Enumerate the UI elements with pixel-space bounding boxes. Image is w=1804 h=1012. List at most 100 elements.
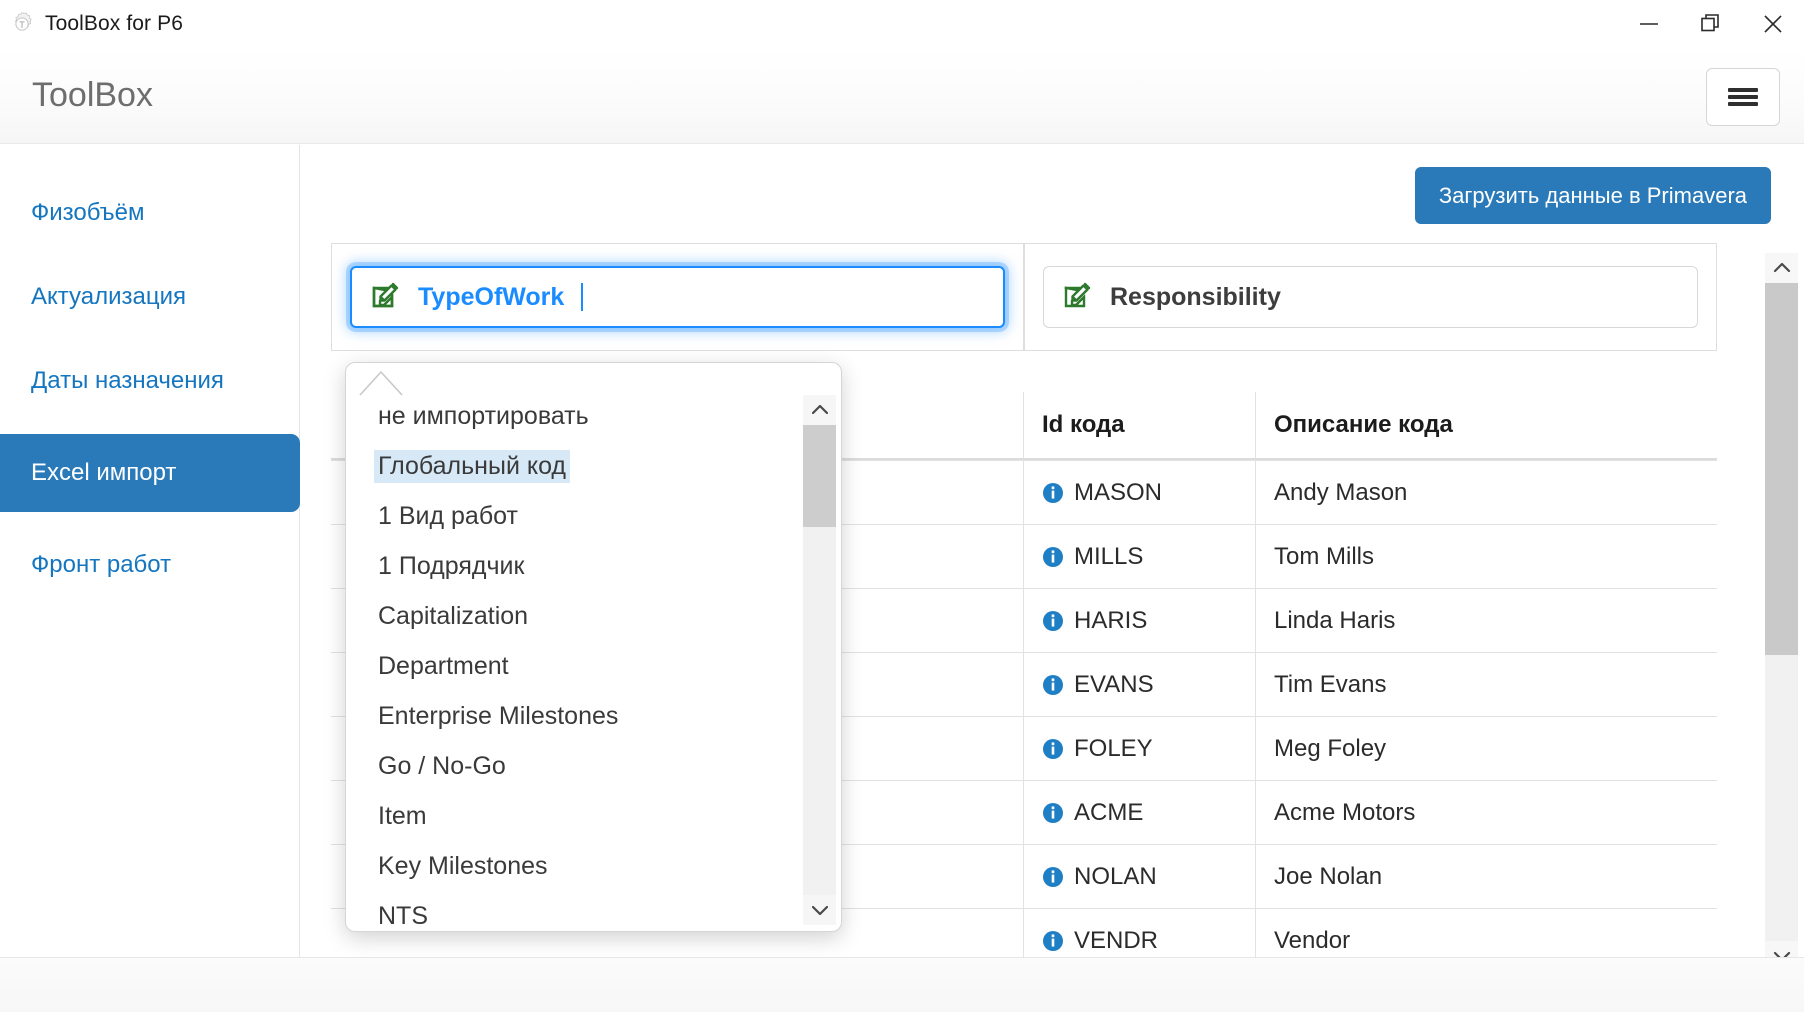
cell-code-desc: Andy Mason — [1274, 478, 1408, 506]
dropdown-option-label: не импортировать — [378, 401, 589, 430]
dropdown-option-label: 1 Подрядчик — [378, 551, 525, 580]
dropdown-option[interactable]: NTS — [346, 891, 791, 931]
hamburger-bar-1 — [1728, 88, 1758, 92]
scrollbar-thumb[interactable] — [1765, 283, 1798, 655]
dropdown-option[interactable]: 1 Подрядчик — [346, 541, 791, 591]
cell-code-id: VENDR — [1024, 909, 1256, 957]
dropdown-option[interactable]: Enterprise Milestones — [346, 691, 791, 741]
sidebar-item-label: Актуализация — [31, 283, 187, 310]
table-header-code-id: Id кода — [1024, 392, 1256, 458]
sidebar-item-label: Excel импорт — [31, 459, 177, 486]
cell-code-id-text: MASON — [1074, 478, 1163, 506]
sidebar-item-excel-import[interactable]: Excel импорт — [0, 434, 300, 512]
dropdown-option[interactable]: Capitalization — [346, 591, 791, 641]
dropdown-option[interactable]: не импортировать — [346, 391, 791, 441]
edit-pencil-icon — [1062, 279, 1094, 316]
main-vertical-scrollbar[interactable] — [1765, 253, 1798, 957]
info-icon — [1043, 674, 1063, 695]
table-header-code-desc: Описание кода — [1274, 411, 1453, 438]
sidebar-item-label: Даты назначения — [31, 367, 224, 394]
cell-code-desc: Tim Evans — [1274, 670, 1387, 698]
dropdown-option[interactable]: Go / No-Go — [346, 741, 791, 791]
cell-code-id: ACME — [1024, 781, 1256, 844]
cell-code-id-text: EVANS — [1074, 670, 1154, 698]
window-bottom-strip — [0, 957, 1804, 1012]
mapping-card-inner: TypeOfWork — [332, 244, 1023, 350]
cell-code-id: NOLAN — [1024, 845, 1256, 908]
cell-code-id-text: MILLS — [1074, 542, 1144, 570]
sidebar-item-label: Фронт работ — [31, 551, 172, 578]
scrollbar-thumb[interactable] — [803, 425, 836, 527]
dropdown-option-label: Department — [378, 651, 509, 680]
typeofwork-field[interactable]: TypeOfWork — [350, 266, 1005, 328]
info-icon — [1043, 610, 1063, 631]
page-title: ToolBox — [32, 76, 153, 114]
cell-code-desc: Tom Mills — [1274, 542, 1374, 570]
typeofwork-dropdown-panel[interactable]: не импортировать Глобальный код 1 Вид ра… — [345, 362, 842, 932]
responsibility-label: Responsibility — [1110, 282, 1281, 311]
mapping-cards: TypeOfWork Responsibility — [331, 243, 1717, 351]
info-icon — [1043, 482, 1063, 503]
cell-code-id: MILLS — [1024, 525, 1256, 588]
restore-icon[interactable] — [1680, 0, 1742, 48]
dropdown-option-label: Key Milestones — [378, 851, 548, 880]
svg-text:T: T — [19, 20, 25, 30]
mapping-card-typeofwork: TypeOfWork — [331, 243, 1024, 351]
chevron-up-icon[interactable] — [803, 395, 836, 425]
chevron-down-icon[interactable] — [803, 895, 836, 925]
dropdown-option-label: Go / No-Go — [378, 751, 506, 780]
minimize-icon[interactable] — [1618, 0, 1680, 48]
cell-code-desc: Linda Haris — [1274, 606, 1396, 634]
close-icon[interactable] — [1742, 0, 1804, 48]
dropdown-option[interactable]: Key Milestones — [346, 841, 791, 891]
cell-code-id-text: VENDR — [1074, 926, 1159, 954]
text-cursor — [581, 283, 584, 311]
cell-code-id-text: NOLAN — [1074, 862, 1157, 890]
dropdown-scrollbar[interactable] — [803, 395, 836, 925]
cell-code-id: HARIS — [1024, 589, 1256, 652]
mapping-card-inner: Responsibility — [1025, 244, 1716, 350]
sidebar-item-front-rabot[interactable]: Фронт работ — [0, 534, 299, 596]
responsibility-field[interactable]: Responsibility — [1043, 266, 1698, 328]
dropdown-option-label: Item — [378, 801, 427, 830]
cell-code-desc: Vendor — [1274, 926, 1351, 954]
dropdown-option-label: 1 Вид работ — [378, 501, 518, 530]
edit-pencil-icon — [370, 279, 402, 316]
dropdown-option-label: NTS — [378, 901, 428, 930]
dropdown-option-label: Capitalization — [378, 601, 529, 630]
chevron-up-icon[interactable] — [1765, 253, 1798, 283]
hamburger-bar-3 — [1728, 102, 1758, 106]
dropdown-option[interactable]: Item — [346, 791, 791, 841]
upload-to-primavera-button[interactable]: Загрузить данные в Primavera — [1414, 167, 1771, 224]
window-title: ToolBox for P6 — [45, 12, 183, 35]
info-icon — [1043, 738, 1063, 759]
mapping-card-responsibility: Responsibility — [1024, 243, 1717, 351]
window-titlebar: T ToolBox for P6 — [0, 0, 1804, 48]
dropdown-option-label: Enterprise Milestones — [378, 701, 619, 730]
gear-t-icon: T — [9, 11, 35, 37]
cell-code-desc: Meg Foley — [1274, 734, 1387, 762]
cell-code-id: FOLEY — [1024, 717, 1256, 780]
cell-code-desc: Joe Nolan — [1274, 862, 1383, 890]
sidebar-nav: Физобъём Актуализация Даты назначения Ex… — [0, 145, 300, 957]
hamburger-bar-2 — [1728, 95, 1758, 99]
cell-code-id-text: HARIS — [1074, 606, 1148, 634]
dropdown-option[interactable]: Department — [346, 641, 791, 691]
sidebar-item-fizobem[interactable]: Физобъём — [0, 182, 299, 244]
chevron-down-icon[interactable] — [1765, 941, 1798, 957]
cell-code-id: MASON — [1024, 461, 1256, 524]
sidebar-item-label: Физобъём — [31, 199, 145, 226]
hamburger-menu-button[interactable] — [1706, 68, 1780, 126]
sidebar-item-aktualizaciya[interactable]: Актуализация — [0, 266, 299, 328]
titlebar-left-group: T ToolBox for P6 — [0, 11, 183, 37]
cell-code-desc: Acme Motors — [1274, 798, 1416, 826]
info-icon — [1043, 802, 1063, 823]
cell-code-id-text: FOLEY — [1074, 734, 1153, 762]
sidebar-item-daty-naznacheniya[interactable]: Даты назначения — [0, 350, 299, 412]
dropdown-option-label: Глобальный код — [374, 449, 571, 483]
info-icon — [1043, 866, 1063, 887]
typeofwork-label: TypeOfWork — [418, 282, 565, 311]
app-header: ToolBox — [0, 48, 1804, 144]
dropdown-option-selected[interactable]: Глобальный код — [346, 441, 791, 491]
dropdown-option[interactable]: 1 Вид работ — [346, 491, 791, 541]
